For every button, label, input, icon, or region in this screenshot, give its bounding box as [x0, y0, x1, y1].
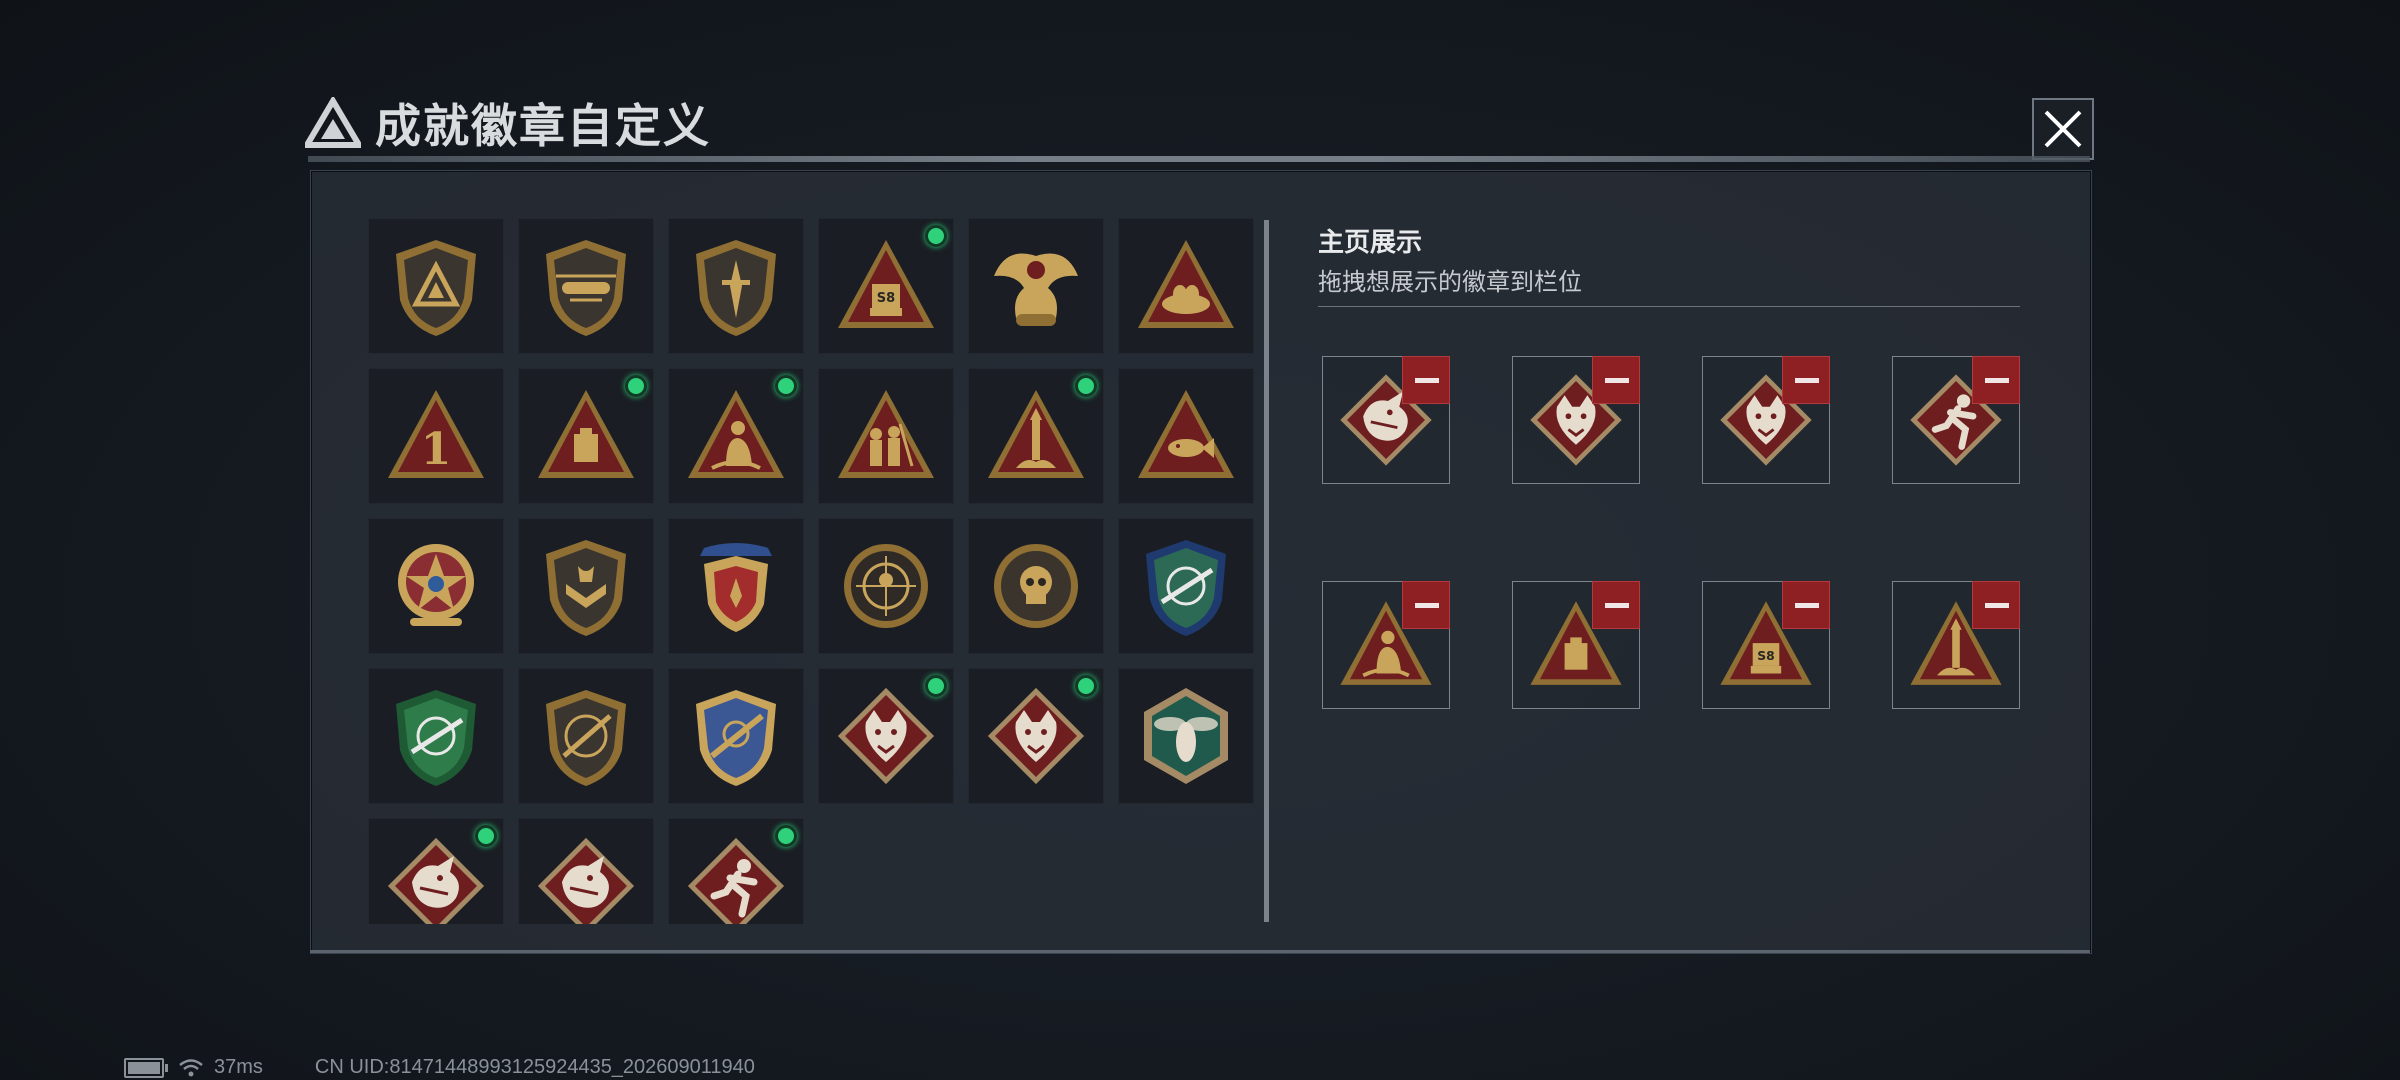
remove-badge-button[interactable] [1782, 356, 1830, 404]
badge-item[interactable] [1118, 518, 1254, 654]
nest-triangle-icon [1138, 240, 1234, 328]
badge-collection-grid[interactable]: S8 1 [368, 218, 1258, 924]
green-rifle-shield-icon [396, 690, 476, 786]
badge-item[interactable] [668, 818, 804, 924]
showcase-slot[interactable] [1892, 356, 2020, 484]
showcase-slot[interactable] [1892, 581, 2020, 709]
chevron-shield-icon [546, 540, 626, 636]
dragon-diamond-icon [537, 837, 635, 924]
badge-item[interactable] [368, 518, 504, 654]
badge-item[interactable] [1118, 368, 1254, 504]
badge-item[interactable] [968, 668, 1104, 804]
showcase-slot[interactable] [1512, 581, 1640, 709]
badge-item[interactable] [818, 368, 954, 504]
uid-text: CN UID:81471448993125924435_202609011940 [314, 1056, 755, 1078]
badge-item[interactable] [518, 218, 654, 354]
badge-item[interactable] [518, 518, 654, 654]
showcase-divider [1318, 306, 2020, 307]
remove-badge-button[interactable] [1592, 581, 1640, 629]
sniper-target-icon [844, 544, 928, 628]
starred-crest-icon [700, 543, 772, 632]
badge-item[interactable] [968, 518, 1104, 654]
remove-badge-button[interactable] [1782, 581, 1830, 629]
hornet-hexagon-icon [1144, 688, 1228, 784]
skull-target-icon [994, 544, 1078, 628]
showcase-slot[interactable] [1702, 356, 1830, 484]
new-indicator-dot [775, 825, 797, 847]
dagger-shield-icon [696, 240, 776, 336]
remove-badge-button[interactable] [1972, 356, 2020, 404]
new-indicator-dot [925, 225, 947, 247]
remove-badge-button[interactable] [1402, 356, 1450, 404]
svg-text:S8: S8 [877, 291, 895, 306]
ping-value: 37ms [214, 1056, 263, 1078]
rifle-target-icon [546, 690, 626, 786]
showcase-title: 主页展示 [1318, 227, 1423, 257]
badge-item[interactable] [818, 668, 954, 804]
showcase-slot[interactable] [1512, 356, 1640, 484]
badge-item[interactable] [368, 218, 504, 354]
phoenix-crest-icon [994, 253, 1078, 326]
badge-item[interactable] [518, 368, 654, 504]
close-button[interactable] [2032, 98, 2094, 160]
triangle-logo-shield-icon [396, 240, 476, 336]
remove-badge-button[interactable] [1972, 581, 2020, 629]
showcase-slot[interactable] [1322, 581, 1450, 709]
showcase-slot[interactable] [1322, 356, 1450, 484]
star-medal-icon [398, 544, 474, 626]
badge-item[interactable] [368, 668, 504, 804]
number-one-triangle-icon: 1 [388, 390, 484, 478]
helicopter-shield-icon [546, 240, 626, 336]
fish-triangle-icon [1138, 390, 1234, 478]
new-indicator-dot [475, 825, 497, 847]
badge-item[interactable] [668, 218, 804, 354]
badge-item[interactable] [1118, 218, 1254, 354]
dialog-header: 成就徽章自定义 [305, 88, 711, 158]
dialog-title: 成就徽章自定义 [375, 99, 711, 153]
showcase-hint: 拖拽想展示的徽章到栏位 [1318, 269, 1582, 296]
badge-item[interactable]: S8 [818, 218, 954, 354]
showcase-slot[interactable]: S8 [1702, 581, 1830, 709]
badge-item[interactable] [668, 518, 804, 654]
badge-item[interactable]: 1 [368, 368, 504, 504]
badge-item[interactable] [518, 668, 654, 804]
badge-item[interactable] [368, 818, 504, 924]
badge-item[interactable] [518, 818, 654, 924]
blue-rifle-shield-icon [1146, 540, 1226, 636]
svg-text:1: 1 [421, 424, 452, 475]
svg-text:S8: S8 [1757, 649, 1774, 663]
new-indicator-dot [1075, 375, 1097, 397]
remove-badge-button[interactable] [1402, 581, 1450, 629]
badge-item[interactable] [668, 668, 804, 804]
badge-item[interactable] [968, 218, 1104, 354]
close-icon [2044, 110, 2082, 148]
battery-charging-icon [124, 1057, 168, 1078]
new-indicator-dot [925, 675, 947, 697]
badge-item[interactable] [968, 368, 1104, 504]
new-indicator-dot [625, 375, 647, 397]
badge-item[interactable] [818, 518, 954, 654]
scrollbar[interactable] [1264, 220, 1269, 922]
status-bar: 37ms CN UID:81471448993125924435_2026090… [124, 1056, 755, 1079]
badge-item[interactable] [1118, 668, 1254, 804]
new-indicator-dot [1075, 675, 1097, 697]
blue-gold-crest-icon [696, 690, 776, 786]
title-divider [308, 156, 2090, 162]
soldiers-triangle-icon [838, 390, 934, 478]
wifi-icon [179, 1058, 203, 1076]
panel-bottom-divider [310, 950, 2090, 953]
remove-badge-button[interactable] [1592, 356, 1640, 404]
triangle-logo-icon [305, 97, 361, 148]
new-indicator-dot [775, 375, 797, 397]
badge-item[interactable] [668, 368, 804, 504]
